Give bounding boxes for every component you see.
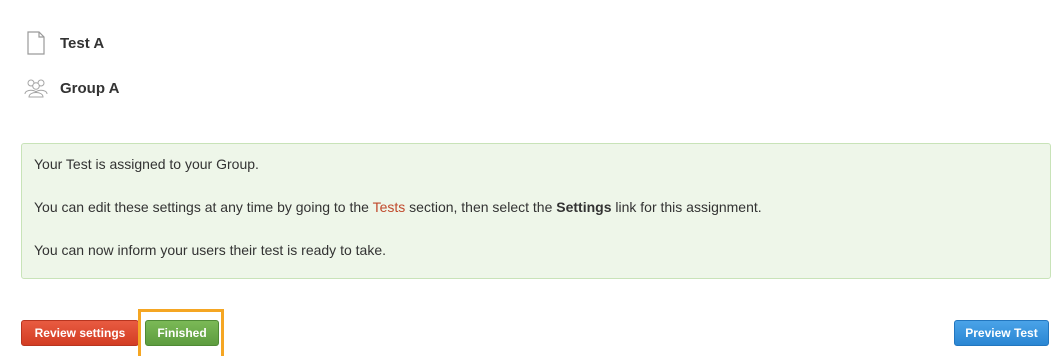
document-icon xyxy=(24,30,48,56)
test-name: Test A xyxy=(60,34,105,52)
group-info: Group A xyxy=(24,75,119,101)
review-settings-button[interactable]: Review settings xyxy=(21,320,139,346)
test-info: Test A xyxy=(24,30,104,56)
tests-link[interactable]: Tests xyxy=(373,199,406,215)
alert-line-assigned: Your Test is assigned to your Group. xyxy=(34,156,259,172)
settings-emphasis: Settings xyxy=(556,199,612,215)
success-alert: Your Test is assigned to your Group. You… xyxy=(21,143,1051,279)
group-name: Group A xyxy=(60,79,120,97)
preview-test-button[interactable]: Preview Test xyxy=(954,320,1049,346)
finished-button[interactable]: Finished xyxy=(145,320,219,346)
assignment-confirmation-panel: Test A Group A Your Test is assigned to … xyxy=(0,0,1053,356)
alert-line-inform-users: You can now inform your users their test… xyxy=(34,242,386,258)
group-users-icon xyxy=(24,75,48,101)
alert-line-edit-settings: You can edit these settings at any time … xyxy=(34,199,762,215)
